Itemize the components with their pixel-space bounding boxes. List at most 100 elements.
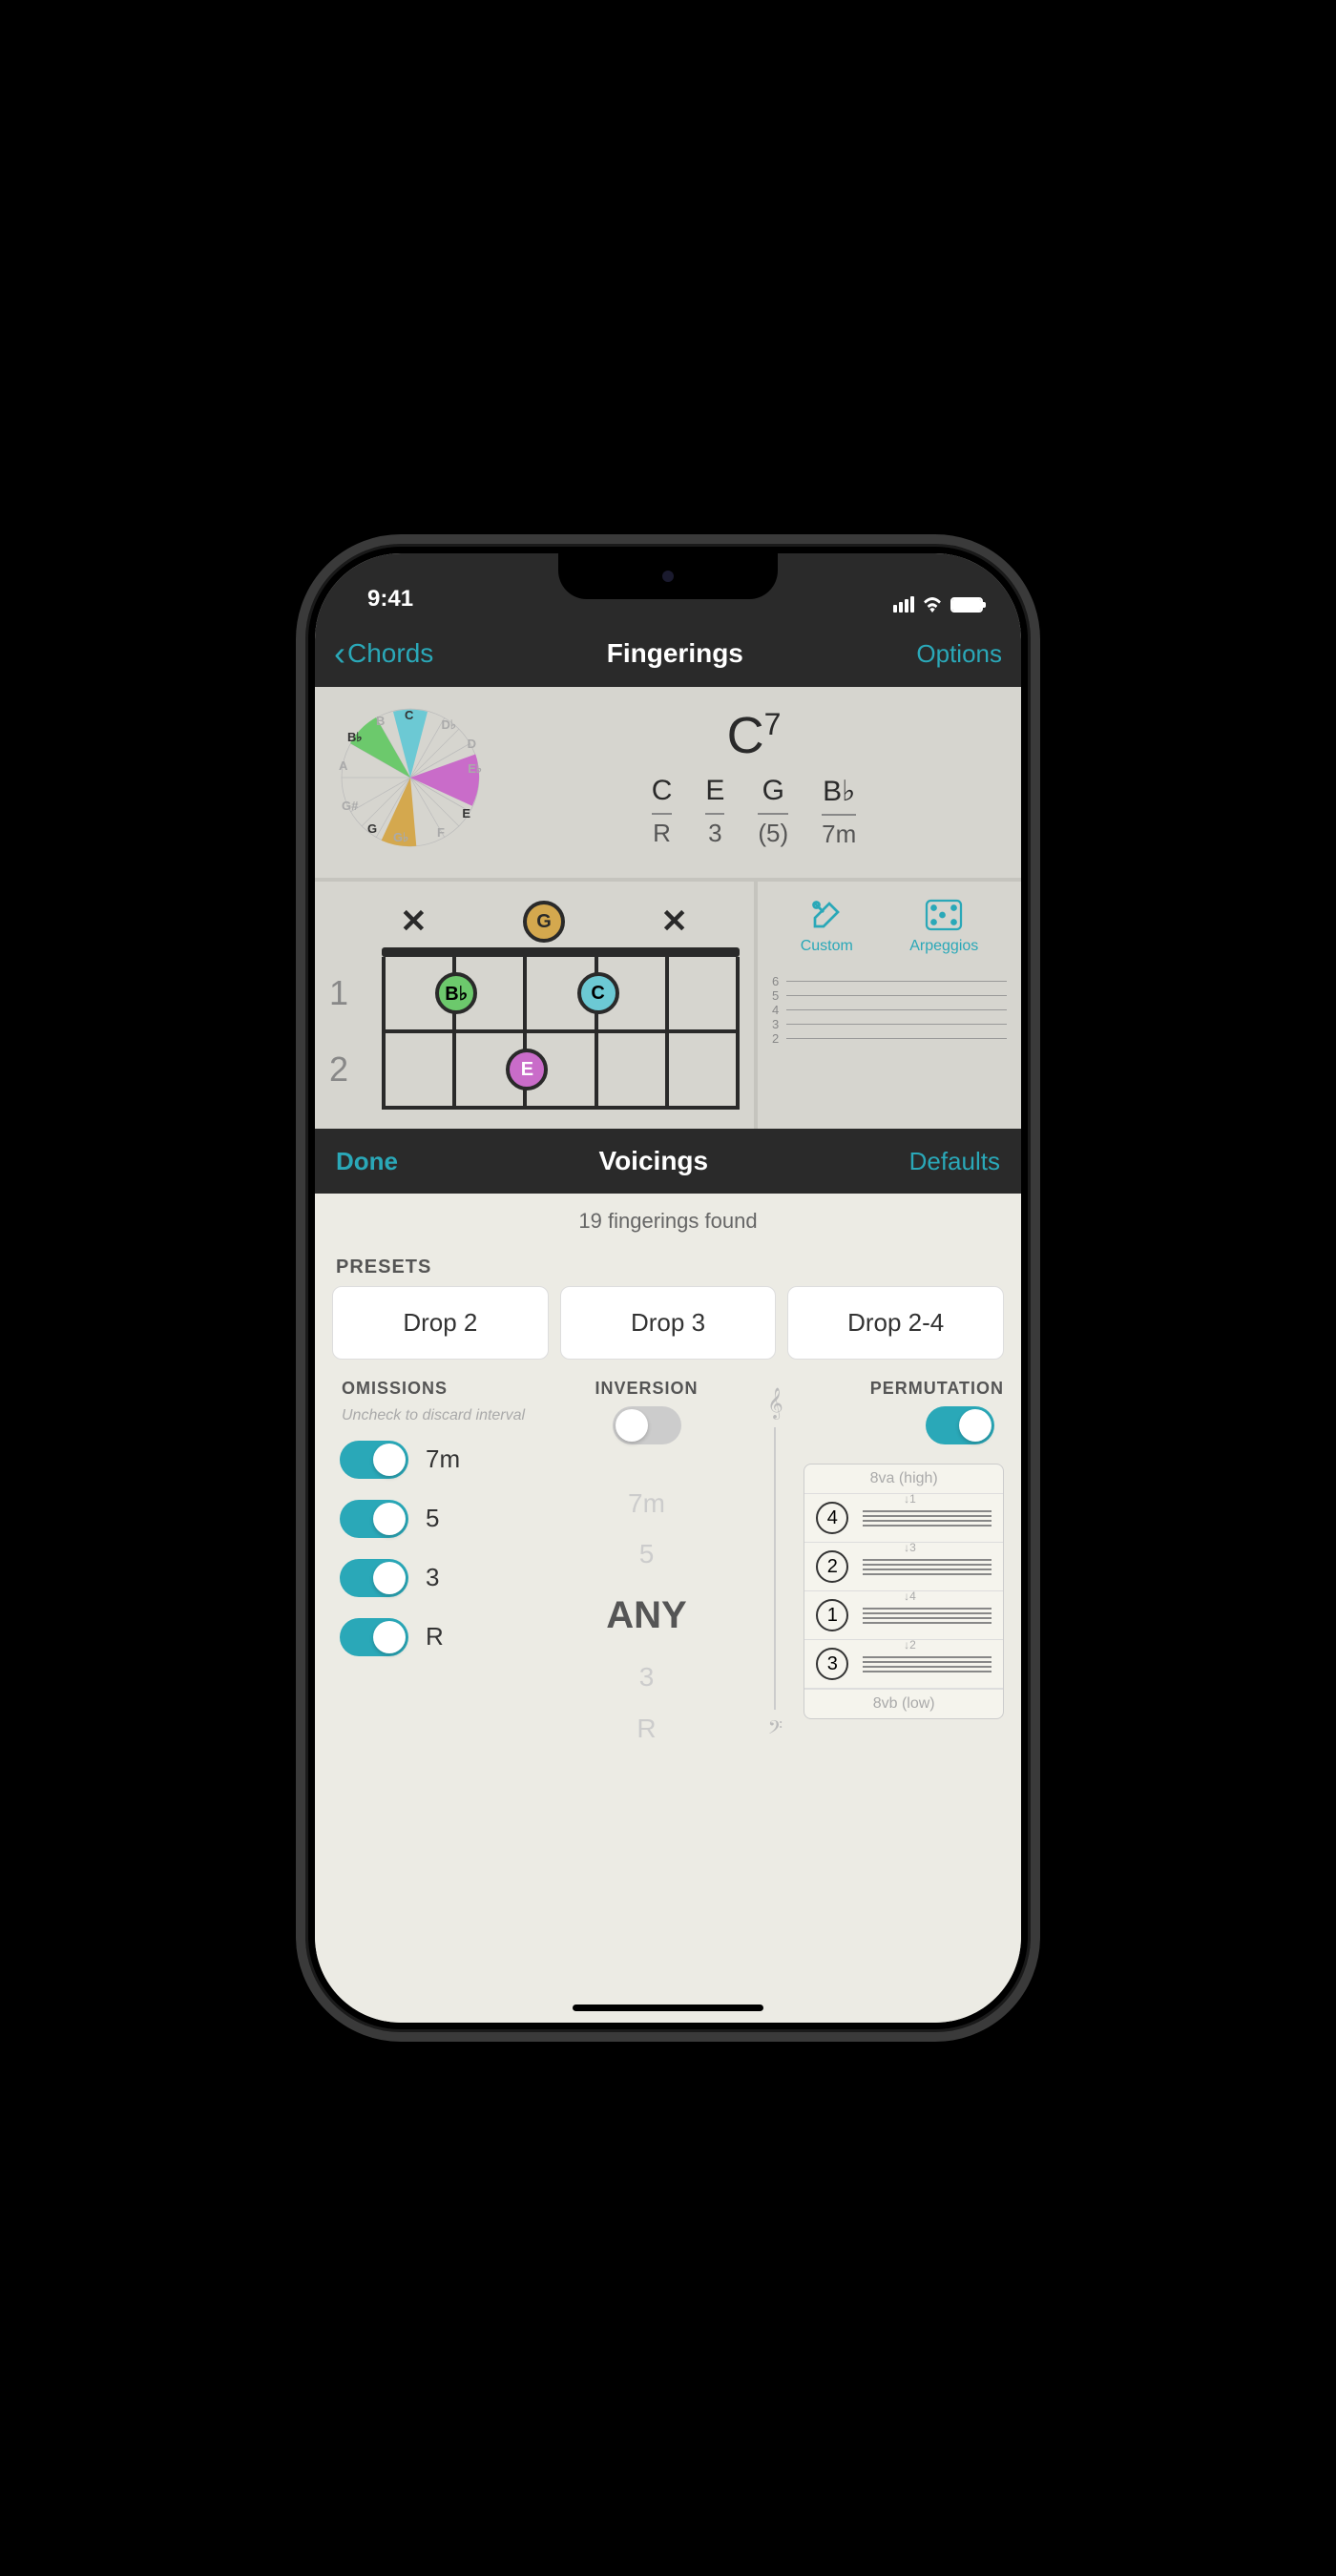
status-time: 9:41: [367, 586, 413, 613]
chevron-left-icon: ‹: [334, 634, 345, 674]
notch: [558, 553, 778, 599]
omission-toggle-7m[interactable]: [340, 1441, 408, 1479]
chord-info: C7 CR E3 G(5) B♭7m: [511, 706, 997, 849]
voicings-title: Voicings: [598, 1146, 708, 1176]
inversion-option: 3: [547, 1652, 747, 1702]
perm-arrow: ↓2: [904, 1638, 916, 1652]
circle-of-fifths[interactable]: C D♭ D E♭ E F G♭ G G# A B♭ B: [339, 706, 482, 849]
inversion-selected: ANY: [547, 1579, 747, 1652]
defaults-button[interactable]: Defaults: [909, 1147, 1000, 1176]
bass-clef-icon: 𝄢: [768, 1717, 783, 1744]
back-label: Chords: [347, 638, 433, 669]
inversion-picker[interactable]: 7m 5 ANY 3 R: [547, 1478, 747, 1754]
drag-handle-icon: [863, 1556, 992, 1578]
custom-button[interactable]: Custom: [801, 896, 853, 955]
permutation-row[interactable]: ↓1 4: [804, 1494, 1003, 1543]
inversion-label: INVERSION: [547, 1379, 747, 1399]
page-title: Fingerings: [607, 638, 743, 669]
arpeggios-icon: [909, 896, 978, 934]
content-scroll[interactable]: 19 fingerings found PRESETS Drop 2 Drop …: [315, 1194, 1021, 2023]
perm-arrow: ↓3: [904, 1541, 916, 1554]
omission-item-r: R: [332, 1618, 532, 1656]
chord-note: B♭: [822, 775, 856, 816]
permutation-row[interactable]: ↓2 3: [804, 1640, 1003, 1689]
permutation-column: PERMUTATION 8va (high) ↓1 4: [804, 1379, 1004, 1754]
perm-number: 1: [816, 1599, 848, 1631]
omission-item-3: 3: [332, 1559, 532, 1597]
omission-item-7m: 7m: [332, 1441, 532, 1479]
preset-drop2-button[interactable]: Drop 2: [332, 1286, 549, 1360]
presets-label: PRESETS: [315, 1249, 1021, 1286]
chord-interval: 7m: [822, 816, 856, 849]
wheel-note-f: F: [437, 825, 445, 840]
wheel-note-e: E: [462, 806, 470, 821]
omission-toggle-r[interactable]: [340, 1618, 408, 1656]
fingerings-count: 19 fingerings found: [315, 1194, 1021, 1249]
mini-chart[interactable]: 6 5 4 3 2: [772, 974, 1007, 1046]
chord-name: C7: [511, 706, 997, 765]
wheel-note-a: A: [339, 758, 347, 773]
arpeggios-button[interactable]: Arpeggios: [909, 896, 978, 955]
wheel-note-g: G: [367, 821, 377, 836]
options-button[interactable]: Options: [916, 639, 1002, 669]
fret-number: 1: [329, 973, 348, 1013]
back-button[interactable]: ‹ Chords: [334, 634, 433, 674]
drag-handle-icon: [863, 1507, 992, 1529]
done-button[interactable]: Done: [336, 1147, 398, 1176]
chord-table: CR E3 G(5) B♭7m: [511, 775, 997, 849]
fretboard[interactable]: ✕ G ✕ 1 B♭ C: [315, 882, 754, 1129]
omission-toggle-3[interactable]: [340, 1559, 408, 1597]
wheel-note-d: D: [468, 737, 476, 751]
chord-interval: R: [652, 815, 673, 848]
omission-label: 3: [426, 1563, 439, 1592]
chord-interval: 3: [705, 815, 724, 848]
permutation-row[interactable]: ↓3 2: [804, 1543, 1003, 1591]
drag-handle-icon: [863, 1605, 992, 1627]
omission-item-5: 5: [332, 1500, 532, 1538]
perm-number: 4: [816, 1502, 848, 1534]
navigation-bar: ‹ Chords Fingerings Options: [315, 620, 1021, 687]
status-indicators: [893, 596, 983, 613]
permutation-row[interactable]: ↓4 1: [804, 1591, 1003, 1640]
finger-dot-c: C: [577, 972, 619, 1014]
inversion-option: 5: [547, 1528, 747, 1579]
permutation-box[interactable]: 8va (high) ↓1 4 ↓3 2: [804, 1464, 1004, 1719]
perm-arrow: ↓1: [904, 1492, 916, 1506]
wheel-note-gb: G♭: [393, 830, 408, 845]
phone-frame: 9:41 ‹ Chords Fingerings Options: [296, 534, 1040, 2042]
preset-drop3-button[interactable]: Drop 3: [560, 1286, 777, 1360]
chord-header: C D♭ D E♭ E F G♭ G G# A B♭ B C7: [315, 687, 1021, 878]
inversion-option: 7m: [547, 1478, 747, 1528]
battery-icon: [950, 597, 983, 613]
fret-number: 2: [329, 1049, 348, 1090]
clef-column: 𝄞 𝄢: [761, 1379, 789, 1754]
preset-drop24-button[interactable]: Drop 2-4: [787, 1286, 1004, 1360]
tools-icon: [801, 896, 853, 934]
finger-dot-bb: B♭: [435, 972, 477, 1014]
finger-dot-e: E: [506, 1049, 548, 1091]
permutation-low-label: 8vb (low): [804, 1689, 1003, 1718]
controls-row: OMISSIONS Uncheck to discard interval 7m…: [315, 1379, 1021, 1773]
chord-interval: (5): [758, 815, 788, 848]
mute-icon: ✕: [660, 903, 688, 941]
inversion-toggle[interactable]: [613, 1406, 681, 1444]
wheel-note-db: D♭: [441, 717, 456, 733]
chord-note: G: [758, 775, 788, 815]
home-indicator[interactable]: [573, 2005, 763, 2011]
wheel-note-b: B: [376, 714, 385, 728]
fretboard-section: ✕ G ✕ 1 B♭ C: [315, 878, 1021, 1129]
permutation-toggle[interactable]: [926, 1406, 994, 1444]
omission-label: 5: [426, 1504, 439, 1533]
perm-number: 3: [816, 1648, 848, 1680]
wheel-note-gs: G#: [342, 799, 358, 813]
wheel-note-c: C: [405, 708, 413, 722]
omission-toggle-5[interactable]: [340, 1500, 408, 1538]
permutation-label: PERMUTATION: [804, 1379, 1004, 1399]
omission-label: R: [426, 1622, 444, 1652]
presets-row: Drop 2 Drop 3 Drop 2-4: [315, 1286, 1021, 1379]
drag-handle-icon: [863, 1653, 992, 1675]
wheel-note-eb: E♭: [468, 761, 482, 777]
side-panel: Custom Arpeggios 6 5 4 3: [754, 882, 1021, 1129]
chord-note: C: [652, 775, 673, 815]
perm-number: 2: [816, 1550, 848, 1583]
